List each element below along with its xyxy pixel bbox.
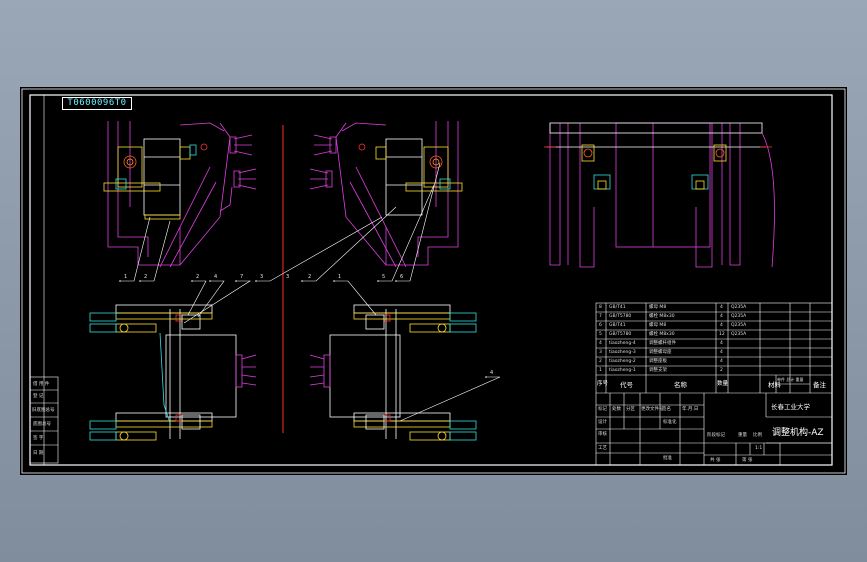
balloon-2: 2 bbox=[144, 274, 148, 280]
rev-label: 更改文件号 bbox=[641, 407, 664, 412]
sheet-count: 共 张 bbox=[710, 458, 721, 463]
bom-row-name: 调整座板 bbox=[649, 359, 667, 364]
bom-row-name: 螺栓 M8x30 bbox=[649, 314, 675, 319]
bom-row-name: 调整螺母座 bbox=[649, 350, 672, 355]
bom-row-code: GB/T41 bbox=[609, 323, 626, 328]
rev-label: 分区 bbox=[626, 407, 635, 412]
balloon-11: 6 bbox=[400, 274, 404, 280]
bom-row-code: tiaozheng-2 bbox=[609, 359, 636, 364]
strip-label: 签 字 bbox=[33, 436, 44, 441]
bom-row-qty: 4 bbox=[720, 314, 723, 319]
bom-row-qty: 4 bbox=[720, 305, 723, 310]
bom-row-no: 4 bbox=[599, 341, 602, 346]
bom-header-weight: 单件 总计 重量 bbox=[777, 377, 804, 382]
strip-label: 登 记 bbox=[33, 394, 44, 399]
drawing-name: 调整机构-AZ bbox=[772, 428, 824, 438]
strip-label: 底图总号 bbox=[33, 422, 51, 427]
bom-header-code: 代号 bbox=[620, 381, 633, 389]
bom-row-qty: 4 bbox=[720, 341, 723, 346]
role-label: 标准化 bbox=[663, 420, 677, 425]
bom-row-name: 螺栓 M8x30 bbox=[649, 332, 675, 337]
balloon-7: 3 bbox=[286, 274, 290, 280]
scale-value: 1:1 bbox=[755, 446, 763, 451]
bom-row-mat: Q235A bbox=[731, 314, 747, 319]
bom-row-qty: 2 bbox=[720, 368, 723, 373]
balloon-1: 1 bbox=[124, 274, 128, 280]
strip-label: 旧底图总号 bbox=[32, 408, 55, 413]
weight-label: 重量 bbox=[738, 433, 747, 438]
role-label: 批准 bbox=[663, 456, 672, 461]
rev-label: 标记 bbox=[598, 407, 607, 412]
bom-row-no: 3 bbox=[599, 350, 602, 355]
bom-row-no: 1 bbox=[599, 368, 602, 373]
bom-row-name: 螺母 M8 bbox=[649, 323, 667, 328]
bom-row-no: 5 bbox=[599, 332, 602, 337]
bom-row-qty: 4 bbox=[720, 359, 723, 364]
bom-row-code: GB/T41 bbox=[609, 305, 626, 310]
balloon-4: 4 bbox=[214, 274, 218, 280]
bom-row-name: 螺母 M8 bbox=[649, 305, 667, 310]
top-left-view bbox=[103, 121, 257, 268]
bom-header-no: 序号 bbox=[597, 381, 609, 387]
rev-label: 签名 bbox=[662, 407, 671, 412]
balloon-5: 7 bbox=[240, 274, 244, 280]
scale-label: 比例 bbox=[753, 433, 762, 438]
drawing-code: T0600096T0 bbox=[62, 97, 132, 110]
bom-row-qty: 4 bbox=[720, 323, 723, 328]
bom-header-name: 名称 bbox=[674, 381, 687, 389]
cad-canvas: T0600096T0 1 2 2 4 7 3 3 2 1 5 6 4 借 用 件… bbox=[20, 87, 847, 475]
role-label: 工艺 bbox=[598, 446, 607, 451]
bom-row-code: tiaozheng-1 bbox=[609, 368, 636, 373]
bottom-left-view bbox=[89, 304, 257, 441]
rev-label: 年.月.日 bbox=[682, 407, 699, 412]
bom-row-mat: Q235A bbox=[731, 323, 747, 328]
bom-row-code: tiaozheng-3 bbox=[609, 350, 636, 355]
bom-row-qty: 12 bbox=[719, 332, 725, 337]
bom-row-no: 2 bbox=[599, 359, 602, 364]
role-label: 审核 bbox=[598, 432, 607, 437]
bom-row-code: GB/T5780 bbox=[609, 332, 632, 337]
balloon-6: 3 bbox=[260, 274, 264, 280]
bom-row-no: 6 bbox=[599, 323, 602, 328]
bom-row-name: 调整螺杆组件 bbox=[649, 341, 676, 346]
balloon-9: 1 bbox=[338, 274, 342, 280]
bom-row-qty: 4 bbox=[720, 350, 723, 355]
balloon-8: 2 bbox=[308, 274, 312, 280]
bom-row-no: 8 bbox=[599, 305, 602, 310]
bom-row-code: GB/T5780 bbox=[609, 314, 632, 319]
bom-row-mat: Q235A bbox=[731, 305, 747, 310]
balloon-3: 2 bbox=[196, 274, 200, 280]
bom-row-no: 7 bbox=[599, 314, 602, 319]
bom-row-name: 调整支架 bbox=[649, 368, 667, 373]
role-label: 设计 bbox=[598, 420, 607, 425]
university-name: 长春工业大学 bbox=[771, 403, 810, 411]
bom-row-mat: Q235A bbox=[731, 332, 747, 337]
side-view bbox=[544, 122, 775, 268]
cad-drawing bbox=[21, 88, 846, 474]
bottom-right-view bbox=[309, 304, 477, 441]
bom-header-remarks: 备注 bbox=[813, 381, 826, 389]
bom-row-code: tiaozheng-4 bbox=[609, 341, 636, 346]
rev-label: 处数 bbox=[612, 407, 621, 412]
balloon-10: 5 bbox=[382, 274, 386, 280]
stage-label: 阶段标记 bbox=[707, 433, 725, 438]
balloon-12: 4 bbox=[490, 370, 494, 376]
sheet-number: 第 张 bbox=[742, 458, 753, 463]
leader-lines bbox=[120, 162, 501, 422]
bom-header-qty: 数量 bbox=[717, 381, 729, 387]
strip-label: 日 期 bbox=[33, 451, 44, 456]
balloon-marks bbox=[119, 280, 487, 378]
strip-label: 借 用 件 bbox=[33, 382, 50, 387]
